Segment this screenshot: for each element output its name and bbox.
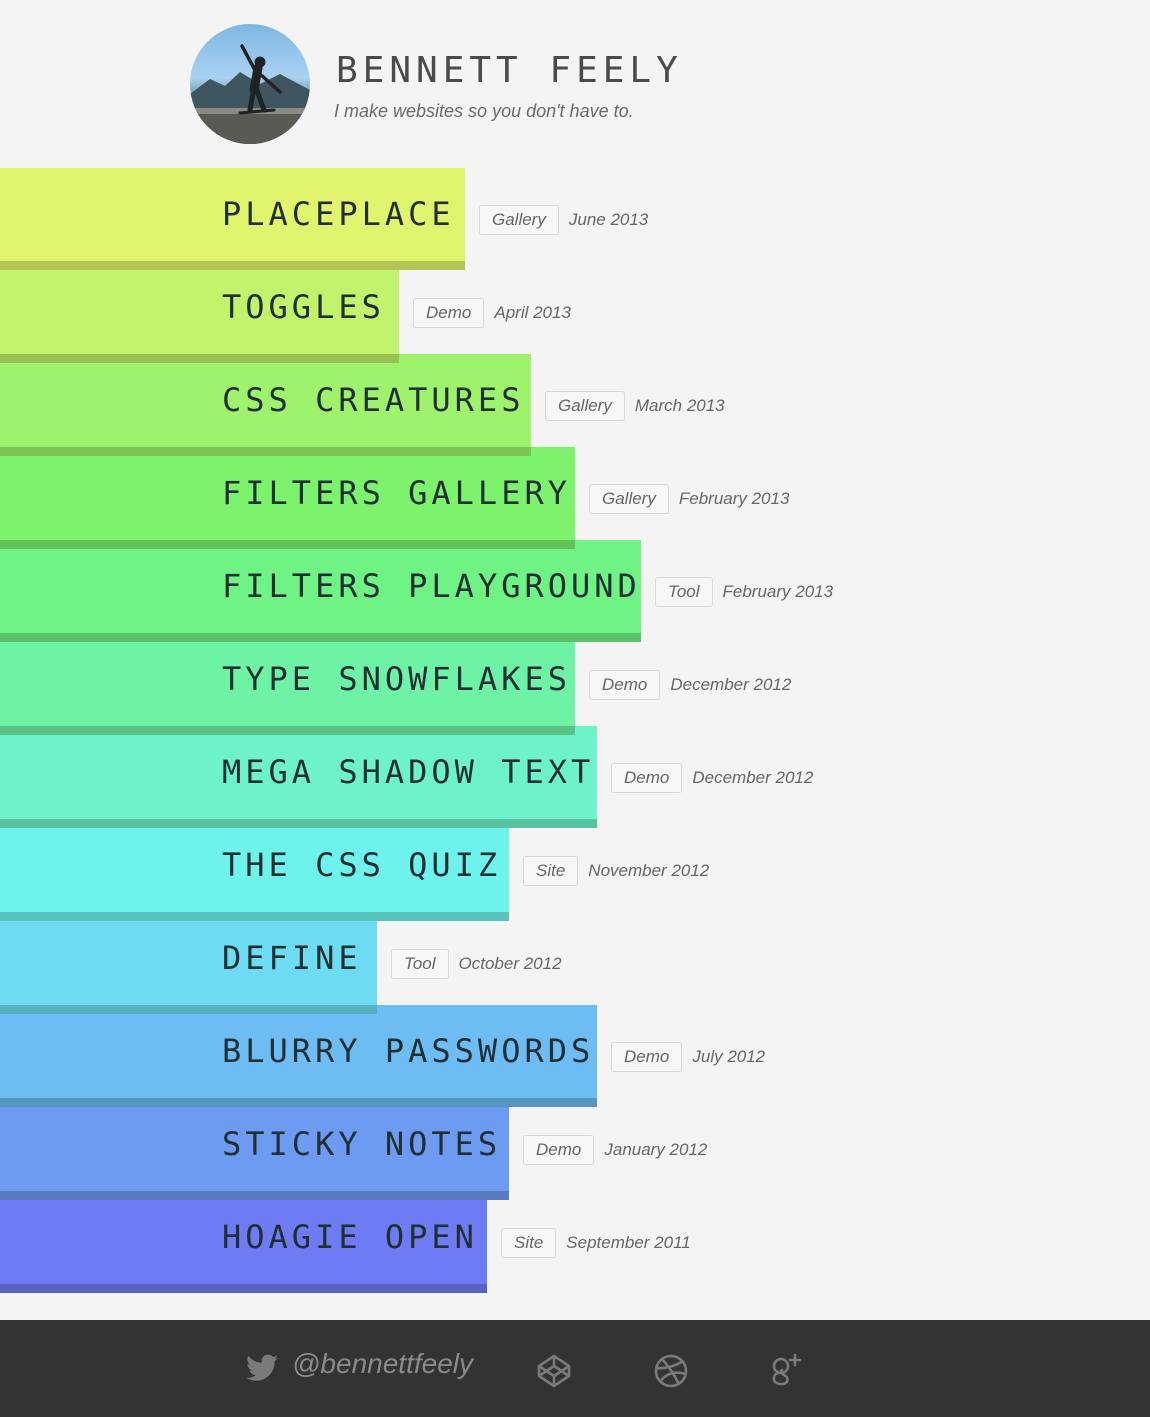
- project-meta: Gallery February 2013: [589, 484, 789, 514]
- twitter-handle-link[interactable]: @bennettfeely: [292, 1348, 473, 1380]
- project-item: HOAGIE OPEN Site September 2011: [0, 1191, 1150, 1293]
- project-date: November 2012: [588, 861, 710, 880]
- bar-shadow: [0, 261, 465, 270]
- project-title: STICKY NOTES: [222, 1125, 502, 1163]
- project-item: MEGA SHADOW TEXT Demo December 2012: [0, 726, 1150, 828]
- project-link[interactable]: TYPE SNOWFLAKES: [0, 633, 575, 735]
- bar-shadow: [0, 633, 641, 642]
- project-type-tag: Demo: [413, 298, 485, 328]
- skateboarder-photo: [190, 44, 310, 144]
- project-meta: Site November 2012: [523, 856, 709, 886]
- project-type-tag: Site: [523, 856, 579, 886]
- project-link[interactable]: THE CSS QUIZ: [0, 819, 509, 921]
- site-footer: @bennettfeely: [0, 1320, 1150, 1417]
- project-item: TYPE SNOWFLAKES Demo December 2012: [0, 633, 1150, 735]
- project-type-tag: Gallery: [479, 205, 559, 235]
- avatar[interactable]: [190, 24, 310, 144]
- project-link[interactable]: HOAGIE OPEN: [0, 1191, 487, 1293]
- codepen-icon[interactable]: [536, 1353, 572, 1389]
- project-meta: Gallery June 2013: [479, 205, 648, 235]
- project-meta: Demo April 2013: [413, 298, 571, 328]
- project-type-tag: Demo: [611, 1042, 683, 1072]
- project-title: TYPE SNOWFLAKES: [222, 660, 571, 698]
- project-link[interactable]: FILTERS PLAYGROUND: [0, 540, 641, 642]
- project-date: July 2012: [692, 1047, 766, 1066]
- project-item: BLURRY PASSWORDS Demo July 2012: [0, 1005, 1150, 1107]
- project-meta: Demo December 2012: [611, 763, 813, 793]
- project-item: TOGGLES Demo April 2013: [0, 261, 1150, 363]
- bar-shadow: [0, 819, 597, 828]
- project-meta: Demo December 2012: [589, 670, 791, 700]
- project-link[interactable]: FILTERS GALLERY: [0, 447, 575, 549]
- project-item: PLACEPLACE Gallery June 2013: [0, 168, 1150, 270]
- site-name: BENNETT FEELY: [336, 50, 683, 91]
- bar-shadow: [0, 1284, 487, 1293]
- project-title: FILTERS GALLERY: [222, 474, 571, 512]
- project-meta: Site September 2011: [501, 1228, 691, 1258]
- project-item: STICKY NOTES Demo January 2012: [0, 1098, 1150, 1200]
- bar-shadow: [0, 447, 531, 456]
- project-type-tag: Gallery: [545, 391, 625, 421]
- project-link[interactable]: CSS CREATURES: [0, 354, 531, 456]
- bar-shadow: [0, 1005, 377, 1014]
- project-item: FILTERS PLAYGROUND Tool February 2013: [0, 540, 1150, 642]
- project-title: TOGGLES: [222, 288, 385, 326]
- project-meta: Tool February 2013: [655, 577, 833, 607]
- project-title: DEFINE: [222, 939, 362, 977]
- twitter-icon[interactable]: [246, 1354, 278, 1382]
- project-title: BLURRY PASSWORDS: [222, 1032, 595, 1070]
- project-link[interactable]: PLACEPLACE: [0, 168, 465, 270]
- project-date: February 2013: [678, 489, 790, 508]
- project-date: September 2011: [566, 1233, 691, 1252]
- project-date: February 2013: [722, 582, 834, 601]
- project-title: THE CSS QUIZ: [222, 846, 502, 884]
- project-link[interactable]: TOGGLES: [0, 261, 399, 363]
- bar-shadow: [0, 1191, 509, 1200]
- project-type-tag: Tool: [391, 949, 449, 979]
- project-type-tag: Demo: [523, 1135, 595, 1165]
- project-list: PLACEPLACE Gallery June 2013 TOGGLES Demo…: [0, 168, 1150, 1293]
- project-type-tag: Demo: [589, 670, 661, 700]
- project-title: FILTERS PLAYGROUND: [222, 567, 641, 605]
- project-title: PLACEPLACE: [222, 195, 455, 233]
- project-type-tag: Tool: [655, 577, 713, 607]
- bar-shadow: [0, 540, 575, 549]
- bar-shadow: [0, 1098, 597, 1107]
- project-date: October 2012: [458, 954, 562, 973]
- project-date: June 2013: [568, 210, 649, 229]
- project-title: CSS CREATURES: [222, 381, 525, 419]
- project-meta: Demo July 2012: [611, 1042, 765, 1072]
- project-title: MEGA SHADOW TEXT: [222, 753, 595, 791]
- bar-shadow: [0, 726, 575, 735]
- project-type-tag: Site: [501, 1228, 557, 1258]
- project-date: March 2013: [634, 396, 725, 415]
- project-link[interactable]: BLURRY PASSWORDS: [0, 1005, 597, 1107]
- project-meta: Tool October 2012: [391, 949, 562, 979]
- project-date: April 2013: [494, 303, 571, 322]
- project-date: January 2012: [604, 1140, 708, 1159]
- project-link[interactable]: MEGA SHADOW TEXT: [0, 726, 597, 828]
- project-item: CSS CREATURES Gallery March 2013: [0, 354, 1150, 456]
- project-link[interactable]: STICKY NOTES: [0, 1098, 509, 1200]
- site-header: BENNETT FEELY I make websites so you don…: [0, 0, 1150, 168]
- tagline: I make websites so you don't have to.: [334, 101, 634, 121]
- project-item: FILTERS GALLERY Gallery February 2013: [0, 447, 1150, 549]
- project-meta: Gallery March 2013: [545, 391, 725, 421]
- google-plus-icon[interactable]: [768, 1353, 804, 1389]
- bar-shadow: [0, 912, 509, 921]
- project-type-tag: Gallery: [589, 484, 669, 514]
- project-link[interactable]: DEFINE: [0, 912, 377, 1014]
- bar-shadow: [0, 354, 399, 363]
- project-item: DEFINE Tool October 2012: [0, 912, 1150, 1014]
- project-item: THE CSS QUIZ Site November 2012: [0, 819, 1150, 921]
- project-title: HOAGIE OPEN: [222, 1218, 478, 1256]
- project-meta: Demo January 2012: [523, 1135, 707, 1165]
- project-type-tag: Demo: [611, 763, 683, 793]
- project-date: December 2012: [670, 675, 792, 694]
- dribbble-icon[interactable]: [653, 1353, 689, 1389]
- project-date: December 2012: [692, 768, 814, 787]
